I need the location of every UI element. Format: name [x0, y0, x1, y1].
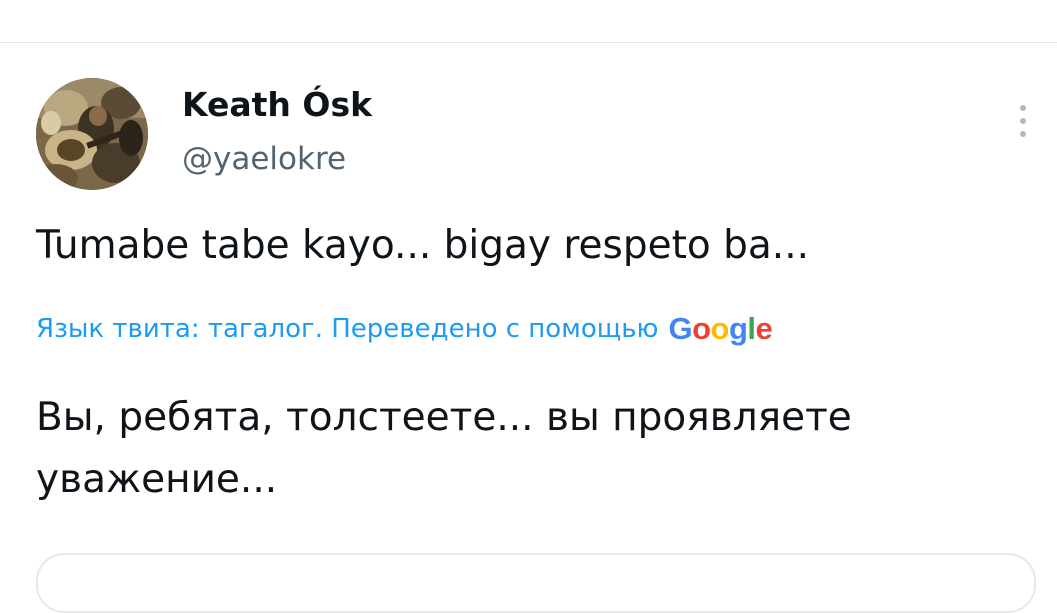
author-handle[interactable]: @yaelokre: [182, 139, 346, 179]
more-vertical-icon: [1020, 131, 1026, 137]
google-logo-letter: o: [692, 311, 711, 346]
more-vertical-icon: [1020, 105, 1026, 111]
tweet[interactable]: Keath Ósk @yaelokre Tumabe tabe kayo... …: [0, 43, 1057, 613]
google-logo-letter: l: [747, 311, 756, 346]
google-logo-letter: G: [668, 311, 693, 346]
google-logo-letter: e: [755, 311, 773, 346]
embedded-card[interactable]: [36, 553, 1036, 613]
translation-attribution[interactable]: Язык твита: тагалог. Переведено с помощь…: [36, 309, 773, 349]
translation-label[interactable]: Язык твита: тагалог. Переведено с помощь…: [36, 314, 658, 344]
more-options-button[interactable]: [1008, 99, 1038, 143]
tweet-text: Tumabe tabe kayo... bigay respeto ba...: [36, 223, 809, 268]
google-logo-letter: o: [710, 311, 730, 346]
google-logo: Google: [668, 309, 772, 349]
author-display-name[interactable]: Keath Ósk: [182, 85, 372, 125]
more-vertical-icon: [1020, 118, 1026, 124]
avatar[interactable]: [36, 78, 148, 190]
profile-photo-icon: [36, 78, 148, 190]
translated-text: Вы, ребята, толстеете... вы проявляете у…: [36, 395, 852, 502]
google-logo-letter: g: [728, 311, 748, 346]
